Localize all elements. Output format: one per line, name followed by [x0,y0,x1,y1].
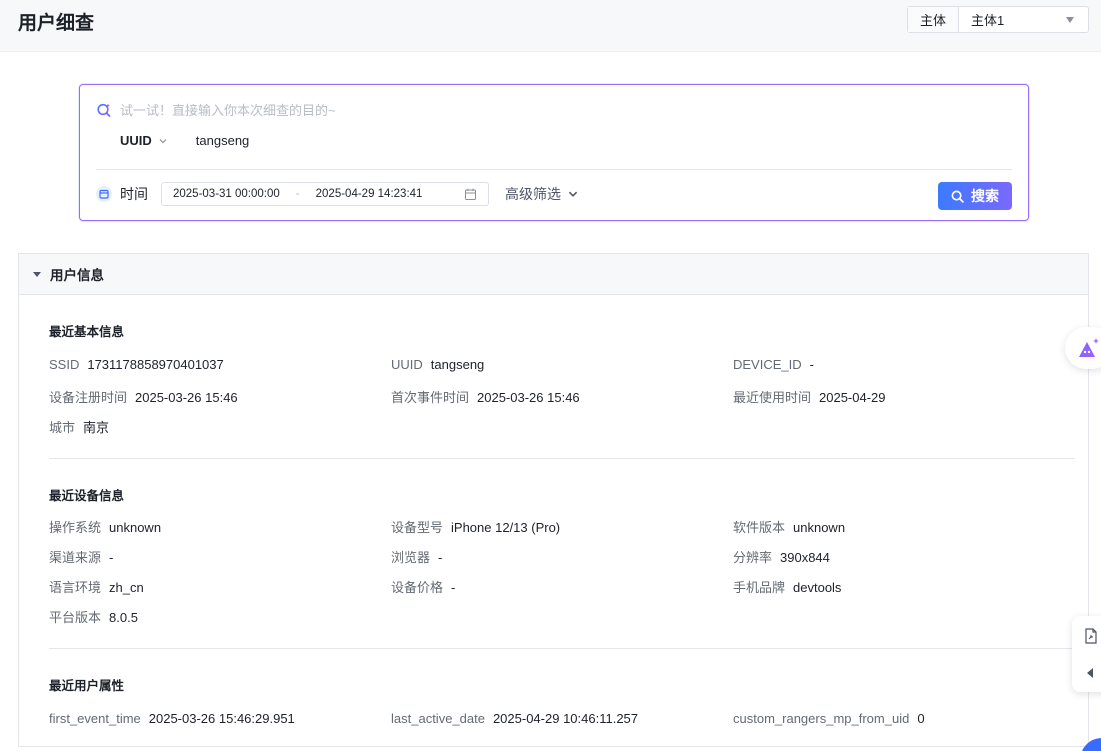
id-value-input[interactable]: tangseng [196,133,250,148]
field-device-register-time: 设备注册时间 2025-03-26 15:46 [49,390,238,405]
search-button-label: 搜索 [971,188,999,204]
field-browser: 浏览器 - [391,550,443,565]
field-first-event-time: 首次事件时间 2025-03-26 15:46 [391,390,580,405]
collapse-left-icon[interactable] [1084,666,1096,680]
advanced-filter-toggle[interactable]: 高级筛选 [505,184,579,204]
time-label: 时间 [120,186,148,202]
entity-dropdown[interactable]: 主体1 [959,7,1088,32]
field-custom-mp-from-uid: custom_rangers_mp_from_uid 0 [733,711,925,726]
field-first-event-time-attr: first_event_time 2025-03-26 15:46:29.951 [49,711,295,726]
time-row: 时间 2025-03-31 00:00:00 - 2025-04-29 14:2… [96,182,579,206]
collapse-caret-icon [33,271,41,277]
ai-assistant-button[interactable] [1065,327,1101,369]
field-last-active-date: last_active_date 2025-04-29 10:46:11.257 [391,711,639,726]
id-type-label: UUID [120,133,152,148]
basic-info-title: 最近基本信息 [49,325,125,339]
field-device-id: DEVICE_ID - [733,357,814,372]
entity-value: 主体1 [971,13,1005,28]
range-end: 2025-04-29 14:23:41 [315,188,423,200]
field-app-version: 软件版本 unknown [733,520,846,535]
ai-search-row [96,102,720,118]
field-uuid: UUID tangseng [391,357,485,372]
field-language: 语言环境 zh_cn [49,580,144,595]
ai-assistant-icon [1079,338,1099,357]
range-separator: - [295,188,300,200]
field-device-model: 设备型号 iPhone 12/13 (Pro) [391,520,561,535]
field-platform-version: 平台版本 8.0.5 [49,610,138,625]
section-divider [49,648,1075,649]
range-start: 2025-03-31 00:00:00 [173,188,280,200]
entity-selector: 主体 主体1 [907,6,1089,33]
device-info-title: 最近设备信息 [49,489,125,503]
advanced-filter-label: 高级筛选 [505,186,561,202]
id-type-dropdown[interactable]: UUID [120,133,168,148]
calendar-icon [465,188,476,200]
field-phone-brand: 手机品牌 devtools [733,580,842,595]
entity-label: 主体 [908,7,959,32]
card-divider [96,169,1012,170]
user-info-header[interactable]: 用户信息 [19,254,1088,295]
field-ssid: SSID 1731178858970401037 [49,357,224,372]
section-divider [49,458,1075,459]
floating-toolbar [1072,616,1101,692]
page-header: 用户细查 主体 主体1 [0,0,1101,52]
field-device-price: 设备价格 - [391,580,456,595]
field-channel: 渠道来源 - [49,550,114,565]
caret-down-icon [1066,16,1074,23]
chevron-down-icon [568,191,578,197]
ai-search-icon [97,103,111,117]
search-icon [951,190,964,203]
ai-search-input[interactable] [120,102,720,118]
user-info-title: 用户信息 [50,268,104,283]
chevron-down-icon [159,138,167,143]
calendar-icon [96,186,112,202]
search-button[interactable]: 搜索 [938,182,1012,210]
page-title: 用户细查 [18,13,95,34]
date-range-picker[interactable]: 2025-03-31 00:00:00 - 2025-04-29 14:23:4… [161,182,489,206]
field-resolution: 分辨率 390x844 [733,550,830,565]
field-last-use-time: 最近使用时间 2025-04-29 [733,390,886,405]
field-os: 操作系统 unknown [49,520,162,535]
search-card: UUID tangseng 时间 2025-03-31 00:00:00 - 2… [79,84,1029,221]
user-info-panel: 用户信息 最近基本信息 SSID 1731178858970401037 UUID… [18,253,1089,747]
id-row: UUID tangseng [120,133,249,148]
document-icon[interactable] [1084,628,1098,644]
user-attributes-title: 最近用户属性 [49,679,125,693]
field-city: 城市 南京 [49,420,110,435]
